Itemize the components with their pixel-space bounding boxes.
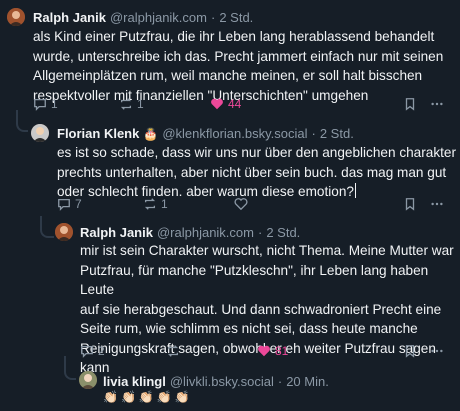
post-text: es ist so schade, dass wir uns nur über … bbox=[57, 143, 456, 202]
bookmark-icon bbox=[405, 198, 415, 211]
author-name[interactable]: Florian Klenk bbox=[57, 126, 139, 141]
text-line: Seite rum, wie schlimm es nicht sei, das… bbox=[80, 321, 418, 336]
text-line: prechts unterhalten, aber nicht über sei… bbox=[57, 164, 447, 180]
bookmark-icon bbox=[405, 345, 415, 358]
bookmark-button[interactable] bbox=[403, 97, 417, 111]
author-handle[interactable]: @klenkflorian.bsky.social bbox=[162, 126, 307, 141]
separator: · bbox=[311, 126, 316, 141]
like-count: 44 bbox=[228, 97, 242, 111]
heart-filled-icon bbox=[258, 345, 270, 357]
text-line: es ist so schade, dass wir uns nur über … bbox=[57, 145, 456, 160]
reply-button[interactable]: 7 bbox=[57, 197, 82, 211]
post-header: Ralph Janik @ralphjanik.com · 2 Std. bbox=[33, 10, 253, 25]
author-name[interactable]: livia klingl bbox=[103, 374, 166, 389]
avatar[interactable] bbox=[55, 223, 73, 241]
reply-icon bbox=[58, 198, 70, 211]
like-count: 81 bbox=[275, 344, 289, 358]
reply-button[interactable]: 1 bbox=[33, 97, 58, 111]
author-name[interactable]: Ralph Janik bbox=[80, 225, 153, 240]
author-name[interactable]: Ralph Janik bbox=[33, 10, 106, 25]
more-button[interactable] bbox=[430, 97, 444, 111]
like-button[interactable]: 44 bbox=[210, 97, 241, 111]
post-time[interactable]: 2 Std. bbox=[320, 126, 354, 141]
separator: · bbox=[277, 374, 283, 389]
text-line: mir ist sein Charakter wurscht, nicht Th… bbox=[80, 243, 454, 258]
post-text: als Kind einer Putzfrau, die ihr Leben l… bbox=[33, 27, 443, 105]
reply-icon bbox=[34, 98, 46, 111]
post-florian-klenk[interactable]: Florian Klenk 🎂 @klenkflorian.bsky.socia… bbox=[0, 120, 460, 215]
reply-count: 1 bbox=[51, 97, 58, 111]
reply-icon bbox=[81, 345, 93, 358]
author-handle[interactable]: @ralphjanik.com bbox=[157, 225, 254, 240]
text-line: Putzfrau, für manche "Putzkleschn", ihr … bbox=[80, 262, 429, 298]
post-header: livia klingl @livkli.bsky.social · 20 Mi… bbox=[103, 374, 329, 389]
more-button[interactable] bbox=[430, 197, 444, 211]
like-button[interactable]: 81 bbox=[257, 344, 288, 358]
text-line: als Kind einer Putzfrau, die ihr Leben l… bbox=[33, 29, 435, 44]
post-time[interactable]: 2 Std. bbox=[266, 225, 300, 240]
post-actions: 1 1 44 bbox=[33, 97, 453, 113]
avatar[interactable] bbox=[7, 8, 25, 26]
bookmark-button[interactable] bbox=[403, 197, 417, 211]
post-time[interactable]: 2 Std. bbox=[219, 10, 253, 25]
separator: · bbox=[210, 10, 216, 25]
more-button[interactable] bbox=[430, 344, 444, 358]
post-header: Florian Klenk 🎂 @klenkflorian.bsky.socia… bbox=[57, 126, 354, 141]
more-dots-icon bbox=[431, 349, 443, 353]
post-ralph-janik-2[interactable]: Ralph Janik @ralphjanik.com · 2 Std. mir… bbox=[0, 215, 460, 375]
repost-button[interactable]: 1 bbox=[119, 97, 144, 111]
post-time[interactable]: 20 Min. bbox=[286, 374, 329, 389]
post-actions: 7 1 bbox=[57, 197, 457, 213]
author-handle[interactable]: @ralphjanik.com bbox=[110, 10, 207, 25]
avatar[interactable] bbox=[79, 371, 97, 389]
author-handle[interactable]: @livkli.bsky.social bbox=[170, 374, 274, 389]
repost-count: 1 bbox=[161, 197, 168, 211]
reply-button[interactable]: 2 bbox=[80, 344, 105, 358]
avatar[interactable] bbox=[31, 124, 49, 142]
text-line: wurde, unterschreibe ich das. Precht jam… bbox=[33, 48, 444, 64]
more-dots-icon bbox=[431, 102, 443, 106]
repost-button[interactable]: 1 bbox=[143, 197, 168, 211]
more-dots-icon bbox=[431, 202, 443, 206]
repost-icon bbox=[144, 198, 156, 210]
reply-count: 7 bbox=[75, 197, 82, 211]
heart-icon bbox=[234, 198, 248, 211]
birthday-badge: 🎂 bbox=[143, 127, 159, 141]
post-header: Ralph Janik @ralphjanik.com · 2 Std. bbox=[80, 225, 300, 240]
bookmark-button[interactable] bbox=[403, 344, 417, 358]
repost-icon bbox=[167, 345, 179, 357]
repost-button[interactable] bbox=[166, 344, 180, 358]
post-text: 👏🏻👏🏻👏🏻👏🏻👏🏻 bbox=[103, 390, 193, 404]
heart-filled-icon bbox=[211, 98, 223, 110]
repost-icon bbox=[120, 98, 132, 110]
repost-count: 1 bbox=[137, 97, 144, 111]
text-line: Allgemeinplätzen rum, weil manche meinen… bbox=[33, 68, 423, 83]
text-cursor bbox=[354, 183, 356, 198]
bookmark-icon bbox=[405, 98, 415, 111]
reply-count: 2 bbox=[98, 344, 105, 358]
separator: · bbox=[257, 225, 263, 240]
text-line: auf sie herabgeschaut. Und dann schwadro… bbox=[80, 301, 442, 317]
like-button[interactable] bbox=[234, 197, 248, 211]
post-livia-klingl[interactable]: livia klingl @livkli.bsky.social · 20 Mi… bbox=[0, 365, 460, 411]
post-actions: 2 81 bbox=[80, 344, 458, 360]
post-ralph-janik-1[interactable]: Ralph Janik @ralphjanik.com · 2 Std. als… bbox=[0, 0, 460, 120]
